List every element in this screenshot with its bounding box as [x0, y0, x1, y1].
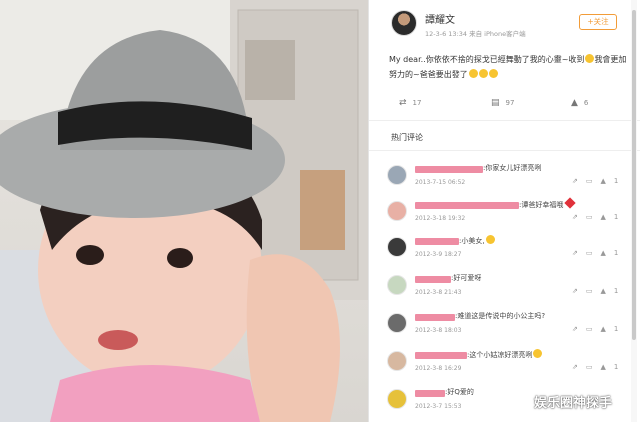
comment-text: :好Q爱的	[445, 388, 474, 396]
post-header: 譚耀文 12-3-6 13:34 来自 iPhone客户端 +关注	[369, 0, 640, 46]
thumbs-up-icon[interactable]: ▲	[601, 249, 606, 257]
comment-text: :谭爸好幸福哦	[519, 197, 577, 210]
redacted-username	[415, 202, 519, 209]
repost-count: 17	[412, 99, 422, 107]
post-meta: 12-3-6 13:34 来自 iPhone客户端	[425, 30, 526, 38]
comment-text: :好可爱呀	[451, 274, 482, 282]
scrollbar-thumb[interactable]	[632, 10, 636, 340]
repost-icon: ⇄	[399, 98, 407, 108]
like-count: 1	[613, 177, 619, 185]
comment-icon: ▤	[491, 98, 500, 108]
list-item: :谭爸好幸福哦 2012-3-18 19:32 ⇗ ▭ ▲ 1	[369, 197, 640, 230]
redacted-username	[415, 352, 467, 359]
share-icon[interactable]: ⇗	[572, 363, 578, 371]
commenter-avatar[interactable]	[387, 275, 407, 295]
list-item: :难道这是传说中的小公主吗? 2012-3-8 18:03 ⇗ ▭ ▲ 1	[369, 310, 640, 342]
comment-actions: ⇗ ▭ ▲ 1	[564, 363, 618, 371]
redacted-username	[415, 314, 455, 321]
laugh-emoji-icon	[478, 69, 488, 78]
follow-button[interactable]: +关注	[579, 14, 617, 30]
comment-actions: ⇗ ▭ ▲ 1	[564, 287, 618, 295]
reply-icon[interactable]: ▭	[586, 363, 593, 371]
thumbs-up-icon[interactable]: ▲	[601, 213, 606, 221]
commenter-avatar[interactable]	[387, 313, 407, 333]
weibo-panel: 譚耀文 12-3-6 13:34 来自 iPhone客户端 +关注 My dea…	[368, 0, 640, 422]
avatar[interactable]	[391, 10, 417, 36]
commenter-avatar[interactable]	[387, 351, 407, 371]
commenter-avatar[interactable]	[387, 237, 407, 257]
thumbs-up-icon[interactable]: ▲	[601, 363, 606, 371]
share-icon[interactable]: ⇗	[572, 325, 578, 333]
post-text-part1: My dear..你依依不捨的探戈已經舞動了我的心靈~收到	[389, 55, 585, 64]
post-actions: ⇄ 17 ▤ 97 ▲ 6	[369, 94, 640, 116]
comment-actions: ⇗ ▭ ▲ 1	[564, 213, 618, 221]
watermark: 娱乐圈神探手	[534, 396, 613, 411]
laugh-emoji-icon	[468, 69, 478, 78]
like-count: 1	[613, 325, 619, 333]
comment-date: 2012-3-8 16:29	[415, 365, 462, 372]
comment-date: 2012-3-9 18:27	[415, 251, 462, 258]
thumbs-up-icon: ▲	[571, 98, 578, 108]
thumbs-up-icon[interactable]: ▲	[601, 287, 606, 295]
heart-icon	[564, 197, 577, 209]
username[interactable]: 譚耀文	[425, 11, 455, 26]
smile-emoji-icon	[533, 349, 543, 358]
smile-emoji-icon	[485, 235, 495, 244]
list-item: :这个小姑凉好漂亮咧 2012-3-8 16:29 ⇗ ▭ ▲ 1	[369, 348, 640, 380]
redacted-username	[415, 238, 459, 245]
like-button[interactable]: ▲ 6	[571, 98, 588, 108]
redacted-username	[415, 166, 483, 173]
child-photo	[0, 0, 368, 422]
comment-date: 2012-3-8 18:03	[415, 327, 462, 334]
comment-text: :你家女儿好漂亮咧	[483, 164, 542, 172]
commenter-avatar[interactable]	[387, 389, 407, 409]
commenter-avatar[interactable]	[387, 201, 407, 221]
thumbs-up-icon[interactable]: ▲	[601, 177, 606, 185]
comment-actions: ⇗ ▭ ▲ 1	[564, 325, 618, 333]
share-icon[interactable]: ⇗	[572, 249, 578, 257]
comment-button[interactable]: ▤ 97	[491, 98, 514, 108]
repost-button[interactable]: ⇄ 17	[399, 98, 421, 108]
reply-icon[interactable]: ▭	[586, 325, 593, 333]
share-icon[interactable]: ⇗	[572, 177, 578, 185]
list-item: :小美女, 2012-3-9 18:27 ⇗ ▭ ▲ 1	[369, 234, 640, 266]
reply-icon[interactable]: ▭	[586, 249, 593, 257]
comment-text: :这个小姑凉好漂亮咧	[467, 349, 543, 360]
like-count: 1	[613, 287, 619, 295]
redacted-username	[415, 276, 451, 283]
comment-date: 2012-3-18 19:32	[415, 215, 466, 222]
like-count: 6	[583, 99, 589, 107]
commenter-avatar[interactable]	[387, 165, 407, 185]
reply-icon[interactable]: ▭	[586, 177, 593, 185]
like-count: 1	[613, 363, 619, 371]
comment-date: 2012-3-7 15:53	[415, 403, 462, 410]
laugh-emoji-icon	[488, 69, 498, 78]
divider	[369, 150, 640, 151]
comment-actions: ⇗ ▭ ▲ 1	[564, 249, 618, 257]
reply-icon[interactable]: ▭	[586, 287, 593, 295]
redacted-username	[415, 390, 445, 397]
photo-panel	[0, 0, 368, 422]
share-icon[interactable]: ⇗	[572, 287, 578, 295]
comment-date: 2012-3-8 21:43	[415, 289, 462, 296]
share-icon[interactable]: ⇗	[572, 213, 578, 221]
comment-count: 97	[505, 99, 515, 107]
thumbs-up-icon[interactable]: ▲	[601, 325, 606, 333]
like-count: 1	[613, 213, 619, 221]
comment-text: :小美女,	[459, 235, 495, 246]
list-item: :你家女儿好漂亮咧 2013-7-15 06:52 ⇗ ▭ ▲ 1	[369, 162, 640, 194]
reply-icon[interactable]: ▭	[586, 213, 593, 221]
hot-comments-title: 热门评论	[391, 133, 423, 142]
post-body: My dear..你依依不捨的探戈已經舞動了我的心靈~收到 我會更加努力的~爸爸要…	[389, 52, 627, 82]
scrollbar[interactable]	[631, 0, 637, 422]
comment-date: 2013-7-15 06:52	[415, 179, 466, 186]
comment-actions: ⇗ ▭ ▲ 1	[564, 177, 618, 185]
divider	[369, 120, 640, 121]
like-count: 1	[613, 249, 619, 257]
list-item: :好可爱呀 2012-3-8 21:43 ⇗ ▭ ▲ 1	[369, 272, 640, 304]
comment-text: :难道这是传说中的小公主吗?	[455, 312, 546, 320]
